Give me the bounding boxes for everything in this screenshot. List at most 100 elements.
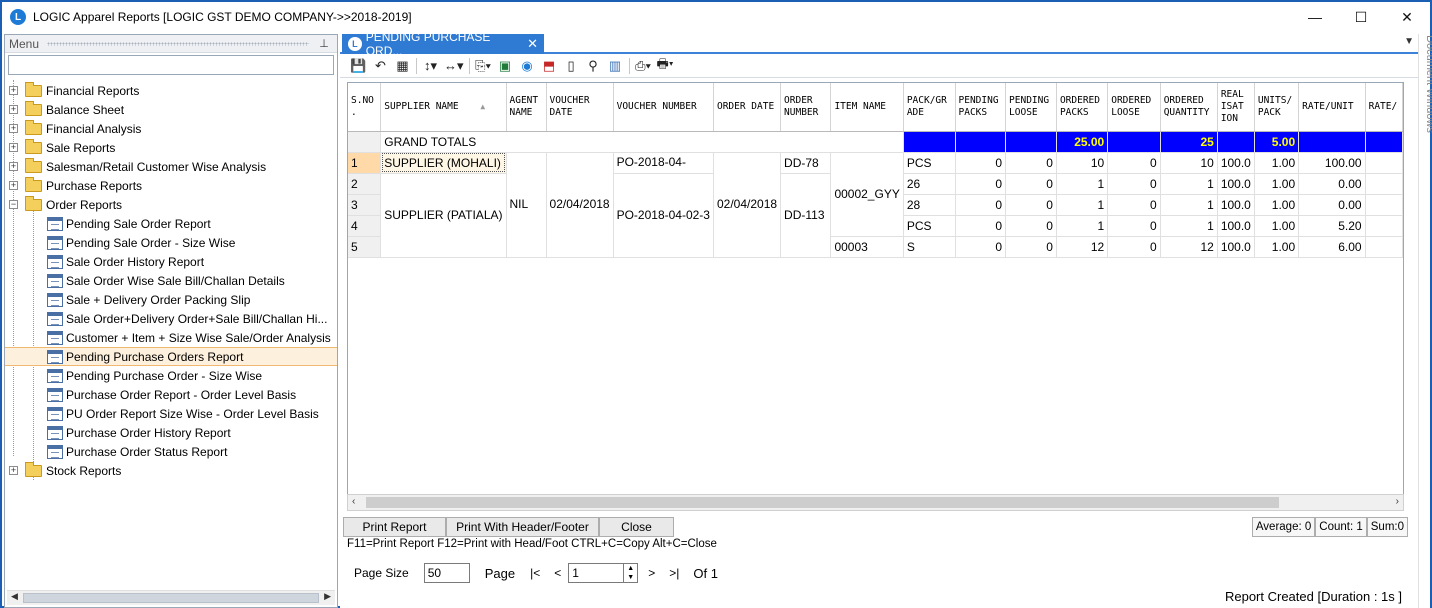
ordered-packs-cell[interactable]: 1 bbox=[1056, 215, 1109, 237]
expand-plus-icon[interactable]: + bbox=[9, 143, 18, 152]
column-header[interactable]: RATE/ bbox=[1365, 83, 1403, 132]
supplier-cell[interactable]: SUPPLIER (PATIALA) bbox=[380, 173, 507, 258]
print-header-footer-button[interactable]: Print With Header/Footer bbox=[446, 517, 599, 537]
column-width-icon[interactable]: ↔▾ bbox=[444, 57, 464, 75]
row-header[interactable]: 2 bbox=[348, 173, 382, 195]
column-header[interactable]: SUPPLIER NAME ▲ bbox=[380, 83, 507, 132]
tree-child-pending-purchase-orders[interactable]: Pending Purchase Orders Report bbox=[5, 347, 337, 366]
printer-icon[interactable]: 🖶▾ bbox=[657, 56, 674, 75]
tree-child-pending-sale-order[interactable]: Pending Sale Order Report bbox=[5, 214, 337, 233]
scroll-thumb[interactable] bbox=[23, 593, 319, 603]
units-pack-cell[interactable]: 1.00 bbox=[1254, 173, 1300, 195]
pending-loose-cell[interactable]: 0 bbox=[1005, 152, 1057, 174]
pdf-icon[interactable]: ⬒ bbox=[541, 57, 558, 75]
column-header[interactable]: PACK/GR ADE bbox=[903, 83, 956, 132]
units-pack-cell[interactable]: 1.00 bbox=[1254, 236, 1300, 258]
expand-plus-icon[interactable]: + bbox=[9, 86, 18, 95]
column-header[interactable]: VOUCHER NUMBER bbox=[613, 83, 714, 132]
column-header[interactable]: UNITS/ PACK bbox=[1254, 83, 1300, 132]
row-header[interactable]: 5 bbox=[348, 236, 382, 258]
item-cell[interactable]: 00002_GYY bbox=[830, 152, 904, 237]
agent-cell[interactable]: NIL bbox=[506, 152, 547, 258]
column-header[interactable]: AGENT NAME bbox=[506, 83, 547, 132]
supplier-cell[interactable]: SUPPLIER (MOHALI) bbox=[380, 152, 507, 174]
tab-list-dropdown-icon[interactable]: ▼ bbox=[1404, 36, 1414, 47]
column-header[interactable]: RATE/UNIT bbox=[1298, 83, 1366, 132]
column-header[interactable]: ORDER NUMBER bbox=[780, 83, 832, 132]
tree-child-pending-purchase-size[interactable]: Pending Purchase Order - Size Wise bbox=[5, 366, 337, 385]
tree-child-customer-item-analysis[interactable]: Customer + Item + Size Wise Sale/Order A… bbox=[5, 328, 337, 347]
pending-loose-cell[interactable]: 0 bbox=[1005, 194, 1057, 216]
realisation-cell[interactable]: 100.0 bbox=[1217, 152, 1255, 174]
pack-cell[interactable]: 28 bbox=[903, 194, 956, 216]
column-header[interactable]: ORDERED LOOSE bbox=[1107, 83, 1161, 132]
pending-packs-cell[interactable]: 0 bbox=[955, 194, 1007, 216]
calculator-icon[interactable]: ▦ bbox=[394, 57, 411, 75]
pack-cell[interactable]: PCS bbox=[903, 152, 956, 174]
row-header[interactable]: 4 bbox=[348, 215, 382, 237]
pending-packs-cell[interactable]: 0 bbox=[955, 173, 1007, 195]
units-pack-cell[interactable]: 1.00 bbox=[1254, 194, 1300, 216]
column-header[interactable]: PENDING LOOSE bbox=[1005, 83, 1057, 132]
row-header[interactable]: 3 bbox=[348, 194, 382, 216]
tree-child-sale-order-bill[interactable]: Sale Order Wise Sale Bill/Challan Detail… bbox=[5, 271, 337, 290]
realisation-cell[interactable]: 100.0 bbox=[1217, 194, 1255, 216]
print-report-button[interactable]: Print Report bbox=[343, 517, 446, 537]
ordered-loose-cell[interactable]: 0 bbox=[1107, 215, 1161, 237]
expand-plus-icon[interactable]: + bbox=[9, 105, 18, 114]
first-page-button[interactable]: |< bbox=[530, 566, 540, 580]
pack-cell[interactable]: PCS bbox=[903, 215, 956, 237]
column-header[interactable]: ORDER DATE bbox=[713, 83, 782, 132]
chart-icon[interactable]: ▥ bbox=[607, 57, 624, 75]
undo-icon[interactable]: ↶ bbox=[372, 57, 389, 75]
copy-icon[interactable]: ⎘▾ bbox=[475, 57, 492, 75]
ordered-loose-cell[interactable]: 0 bbox=[1107, 173, 1161, 195]
tree-child-purchase-order-level[interactable]: Purchase Order Report - Order Level Basi… bbox=[5, 385, 337, 404]
order-number-cell[interactable]: DD-78 bbox=[780, 152, 832, 174]
expand-plus-icon[interactable]: + bbox=[9, 162, 18, 171]
column-header[interactable]: REAL ISAT ION bbox=[1217, 83, 1255, 132]
grid-horizontal-scrollbar[interactable]: ‹ › bbox=[347, 494, 1404, 511]
ordered-qty-cell[interactable]: 1 bbox=[1160, 215, 1218, 237]
tree-child-purchase-order-history[interactable]: Purchase Order History Report bbox=[5, 423, 337, 442]
tree-child-pu-order-size[interactable]: PU Order Report Size Wise - Order Level … bbox=[5, 404, 337, 423]
ordered-loose-cell[interactable]: 0 bbox=[1107, 152, 1161, 174]
pending-packs-cell[interactable]: 0 bbox=[955, 236, 1007, 258]
tree-item-stock-reports[interactable]: + Stock Reports bbox=[5, 461, 337, 480]
rate-unit-cell[interactable]: 0.00 bbox=[1298, 173, 1366, 195]
realisation-cell[interactable]: 100.0 bbox=[1217, 236, 1255, 258]
prev-page-button[interactable]: < bbox=[554, 566, 561, 580]
column-header[interactable]: S.NO . bbox=[348, 83, 382, 132]
scroll-left-arrow-icon[interactable]: ‹ bbox=[352, 496, 355, 507]
menu-horizontal-scrollbar[interactable]: ◀ ▶ bbox=[7, 590, 335, 605]
row-header[interactable] bbox=[348, 131, 382, 153]
realisation-cell[interactable]: 100.0 bbox=[1217, 215, 1255, 237]
ordered-qty-cell[interactable]: 1 bbox=[1160, 194, 1218, 216]
column-header[interactable]: ITEM NAME bbox=[830, 83, 904, 132]
pending-packs-cell[interactable]: 0 bbox=[955, 215, 1007, 237]
tree-child-purchase-order-status[interactable]: Purchase Order Status Report bbox=[5, 442, 337, 461]
scroll-left-arrow-icon[interactable]: ◀ bbox=[11, 591, 18, 602]
pending-loose-cell[interactable]: 0 bbox=[1005, 215, 1057, 237]
collapse-minus-icon[interactable]: − bbox=[9, 200, 18, 209]
tree-item-purchase-reports[interactable]: + Purchase Reports bbox=[5, 176, 337, 195]
ordered-loose-cell[interactable]: 0 bbox=[1107, 236, 1161, 258]
column-header[interactable]: ORDERED QUANTITY bbox=[1160, 83, 1218, 132]
close-window-button[interactable]: ✕ bbox=[1384, 2, 1430, 32]
tree-child-order-bill-history[interactable]: Sale Order+Delivery Order+Sale Bill/Chal… bbox=[5, 309, 337, 328]
column-header[interactable]: VOUCHER DATE bbox=[546, 83, 614, 132]
rate-cell[interactable] bbox=[1365, 173, 1403, 195]
tree-item-balance-sheet[interactable]: + Balance Sheet bbox=[5, 100, 337, 119]
ordered-packs-cell[interactable]: 12 bbox=[1056, 236, 1109, 258]
order-number-cell[interactable]: DD-113 bbox=[780, 173, 832, 258]
rate-cell[interactable] bbox=[1365, 236, 1403, 258]
units-pack-cell[interactable]: 1.00 bbox=[1254, 215, 1300, 237]
page-size-input[interactable] bbox=[423, 563, 470, 583]
menu-grip[interactable] bbox=[47, 41, 309, 46]
scroll-right-arrow-icon[interactable]: › bbox=[1396, 496, 1399, 507]
realisation-cell[interactable]: 100.0 bbox=[1217, 173, 1255, 195]
rate-cell[interactable] bbox=[1365, 194, 1403, 216]
menu-search-input[interactable] bbox=[8, 55, 334, 75]
ordered-packs-cell[interactable]: 1 bbox=[1056, 173, 1109, 195]
units-pack-cell[interactable]: 1.00 bbox=[1254, 152, 1300, 174]
